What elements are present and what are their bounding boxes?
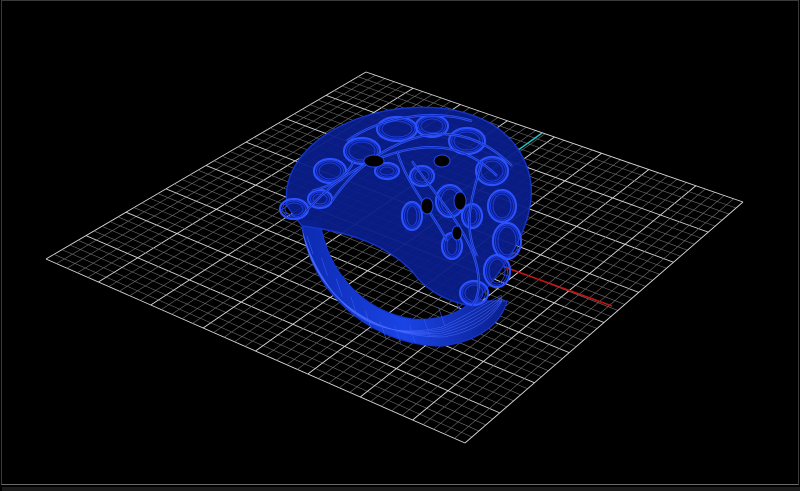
scene-canvas[interactable] — [2, 1, 800, 486]
filigree-opening — [453, 191, 467, 211]
filigree-opening — [433, 154, 451, 168]
filigree-opening — [363, 154, 385, 168]
3d-viewport[interactable] — [1, 0, 800, 491]
filigree-opening — [420, 197, 434, 215]
filigree-opening — [451, 225, 463, 241]
status-strip — [2, 487, 800, 491]
ring-model[interactable] — [278, 106, 532, 347]
